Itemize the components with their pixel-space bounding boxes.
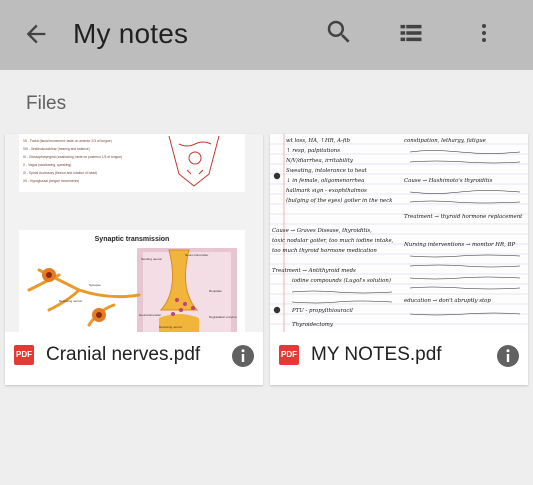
handwritten-notes-preview: wt loss, HA, ↑HR, A-fib ↑ resp, palpitat… xyxy=(270,134,528,332)
svg-text:↑ resp, palpitations: ↑ resp, palpitations xyxy=(286,147,340,154)
thumbnail-page-synaptic: Synaptic transmission Sending neuron Neu… xyxy=(19,230,245,332)
pdf-file-icon: PDF xyxy=(279,345,299,365)
svg-text:wt loss, HA, ↑HR, A-fib: wt loss, HA, ↑HR, A-fib xyxy=(286,137,350,144)
app-bar: My notes xyxy=(0,0,533,70)
info-icon[interactable] xyxy=(496,344,520,368)
cranial-nerves-text-preview: VII - Facial (facial movement; taste on … xyxy=(23,135,220,187)
svg-text:Receiving neuron: Receiving neuron xyxy=(159,325,183,329)
file-card-cranial-nerves[interactable]: VII - Facial (facial movement; taste on … xyxy=(5,134,263,385)
file-thumbnail[interactable]: VII - Facial (facial movement; taste on … xyxy=(5,134,263,332)
file-card-my-notes[interactable]: wt loss, HA, ↑HR, A-fib ↑ resp, palpitat… xyxy=(270,134,528,385)
more-vert-icon[interactable] xyxy=(472,18,496,48)
svg-text:Receiving neuron: Receiving neuron xyxy=(59,299,83,303)
synaptic-diagram: Sending neuron Neuro-transmitter Synapse… xyxy=(27,248,237,332)
file-name[interactable]: Cranial nerves.pdf xyxy=(46,344,200,366)
svg-text:Synapse: Synapse xyxy=(89,283,101,287)
svg-text:Sweating, intolerance to heat: Sweating, intolerance to heat xyxy=(286,168,368,174)
cranial-line: X - Vagus (swallowing, speaking) xyxy=(23,163,71,167)
svg-text:Neurotransmitter: Neurotransmitter xyxy=(139,313,161,317)
svg-text:Thyroidectomy: Thyroidectomy xyxy=(292,322,334,328)
svg-text:too much thyroid hormone medic: too much thyroid hormone medication xyxy=(272,248,377,254)
info-icon[interactable] xyxy=(231,344,255,368)
file-card-footer[interactable]: PDF MY NOTES.pdf xyxy=(270,332,528,385)
svg-text:Degradation enzyme: Degradation enzyme xyxy=(209,315,237,319)
cranial-line: XII - Hypoglossal (tongue movements) xyxy=(23,179,79,183)
thumbnail-notebook-page: wt loss, HA, ↑HR, A-fib ↑ resp, palpitat… xyxy=(270,134,528,332)
svg-text:PTU - propylthiouracil: PTU - propylthiouracil xyxy=(291,308,353,314)
svg-text:education → don't abruptly sto: education → don't abruptly stop xyxy=(404,298,491,304)
file-card-footer[interactable]: PDF Cranial nerves.pdf xyxy=(5,332,263,385)
pdf-file-icon: PDF xyxy=(14,345,34,365)
svg-text:↓ in female, oligomenorrhea: ↓ in female, oligomenorrhea xyxy=(286,178,364,184)
search-icon[interactable] xyxy=(324,17,354,47)
svg-text:iodine compounds (Lugol's solu: iodine compounds (Lugol's solution) xyxy=(292,277,391,284)
cranial-line: VII - Facial (facial movement; taste on … xyxy=(23,139,112,143)
list-view-icon[interactable] xyxy=(397,19,425,47)
back-arrow-icon[interactable] xyxy=(22,20,50,48)
svg-text:constipation, lethargy, fatigu: constipation, lethargy, fatigue xyxy=(404,138,486,144)
svg-text:Cause → Hashimoto's thyroiditi: Cause → Hashimoto's thyroiditis xyxy=(404,178,493,184)
page-title: My notes xyxy=(73,18,189,49)
svg-text:hallmark sign - exophthalmos: hallmark sign - exophthalmos xyxy=(286,188,367,194)
brain-sketch xyxy=(168,135,220,187)
cranial-line: IX - Glossopharyngeal (swallowing; taste… xyxy=(23,155,122,159)
file-name[interactable]: MY NOTES.pdf xyxy=(311,344,442,366)
svg-text:Treatment → Antithyroid meds: Treatment → Antithyroid meds xyxy=(272,268,356,274)
svg-text:Cause → Graves Disease, thyroi: Cause → Graves Disease, thyroiditis, xyxy=(272,228,372,234)
svg-text:Nursing interventions → monito: Nursing interventions → monitor HR, BP xyxy=(403,242,515,248)
cranial-line: VIII - Vestibulocochlear (hearing and ba… xyxy=(23,147,90,151)
diagram-title: Synaptic transmission xyxy=(94,236,170,243)
svg-text:N/V/diarrhea, irritability: N/V/diarrhea, irritability xyxy=(285,158,354,164)
svg-text:(bulging of the eyes) goiter i: (bulging of the eyes) goiter in the neck xyxy=(286,197,393,204)
cranial-line: XI - Spinal Accessory (flexion and rotat… xyxy=(23,171,97,175)
svg-text:toxic nodular goiter, too much: toxic nodular goiter, too much iodine in… xyxy=(272,238,394,244)
file-thumbnail[interactable]: wt loss, HA, ↑HR, A-fib ↑ resp, palpitat… xyxy=(270,134,528,332)
svg-text:Reuptake: Reuptake xyxy=(209,289,222,293)
thumbnail-page-top: VII - Facial (facial movement; taste on … xyxy=(19,134,245,192)
svg-text:Sending neuron: Sending neuron xyxy=(141,257,163,261)
svg-text:Treatment → thyroid hormone re: Treatment → thyroid hormone replacement xyxy=(404,214,523,220)
svg-text:Neuro-transmitter: Neuro-transmitter xyxy=(185,253,208,257)
section-label-files: Files xyxy=(26,93,67,114)
